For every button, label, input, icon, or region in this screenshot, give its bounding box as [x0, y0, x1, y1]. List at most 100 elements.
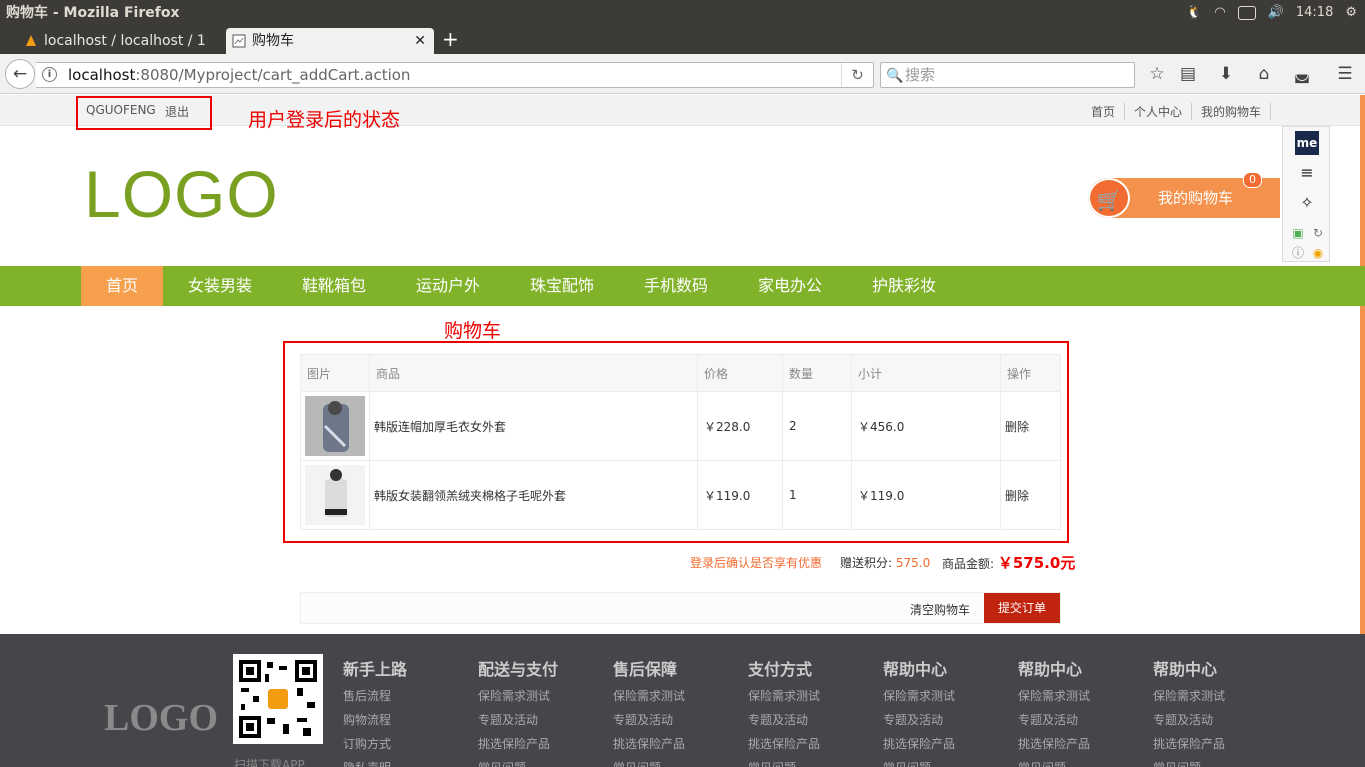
footer-column-title: 支付方式 — [748, 660, 813, 679]
product-image[interactable] — [305, 465, 365, 525]
footer-link[interactable]: 常见问题 — [883, 756, 955, 767]
page-scrollbar[interactable] — [1360, 95, 1365, 635]
qr-code-image — [237, 658, 319, 740]
footer-link[interactable]: 保险需求测试 — [1153, 684, 1225, 708]
footer-link[interactable]: 挑选保险产品 — [1018, 732, 1090, 756]
product-price: ￥119.0 — [697, 460, 783, 530]
footer-link[interactable]: 专题及活动 — [883, 708, 955, 732]
table-row: 韩版连帽加厚毛衣女外套 ￥228.0 2 ￥456.0 删除 — [300, 391, 1061, 461]
system-tray: 🐧 ◠ 🔊 14:18 ⚙ — [1186, 0, 1357, 26]
footer-link[interactable]: 订购方式 — [343, 732, 407, 756]
footer-link[interactable]: 专题及活动 — [1153, 708, 1225, 732]
footer-link[interactable]: 挑选保险产品 — [1153, 732, 1225, 756]
footer-link[interactable]: 专题及活动 — [748, 708, 820, 732]
footer-link[interactable]: 常见问题 — [478, 756, 558, 767]
footer-link[interactable]: 挑选保险产品 — [883, 732, 955, 756]
pocket-icon[interactable]: ◛ — [1288, 60, 1316, 88]
product-name[interactable]: 韩版女装翻领羔绒夹棉格子毛呢外套 — [369, 460, 698, 530]
clear-cart-link[interactable]: 清空购物车 — [910, 601, 970, 618]
promo-note[interactable]: 登录后确认是否享有优惠 — [690, 554, 822, 571]
volume-icon[interactable]: 🔊 — [1268, 0, 1284, 26]
tux-icon[interactable]: 🐧 — [1186, 0, 1202, 26]
menu-item-home[interactable]: 首页 — [81, 266, 163, 306]
footer-link[interactable]: 保险需求测试 — [748, 684, 820, 708]
reload-icon[interactable]: ↻ — [841, 63, 873, 87]
top-link-profile[interactable]: 个人中心 — [1125, 103, 1192, 120]
menu-item-cosmetics[interactable]: 护肤彩妆 — [865, 266, 943, 306]
top-link-my-cart[interactable]: 我的购物车 — [1192, 103, 1271, 120]
footer-link[interactable]: 购物流程 — [343, 708, 407, 732]
footer-link[interactable]: 专题及活动 — [1018, 708, 1090, 732]
menu-icon[interactable]: ☰ — [1331, 60, 1359, 88]
site-logo[interactable]: LOGO — [84, 156, 279, 232]
menu-item-shoes-bags[interactable]: 鞋靴箱包 — [295, 266, 373, 306]
footer-link[interactable]: 挑选保险产品 — [613, 732, 685, 756]
submit-order-button[interactable]: 提交订单 — [984, 593, 1060, 623]
footer-link[interactable]: 隐私声明 — [343, 756, 407, 767]
settings-gear-icon[interactable]: ⚙ — [1345, 0, 1357, 26]
search-input[interactable]: 🔍 搜索 — [880, 62, 1135, 88]
downloads-icon[interactable]: ⬇ — [1212, 60, 1240, 88]
new-tab-button[interactable]: + — [442, 28, 459, 50]
footer-link[interactable]: 常见问题 — [1153, 756, 1225, 767]
product-subtotal: ￥456.0 — [851, 391, 1001, 461]
points-label: 赠送积分: — [840, 556, 893, 570]
footer-link[interactable]: 保险需求测试 — [1018, 684, 1090, 708]
product-name[interactable]: 韩版连帽加厚毛衣女外套 — [369, 391, 698, 461]
footer-link[interactable]: 专题及活动 — [613, 708, 685, 732]
close-tab-icon[interactable]: ✕ — [414, 28, 426, 54]
menu-item-appliances[interactable]: 家电办公 — [751, 266, 829, 306]
hamburger-icon[interactable]: ≡ — [1295, 161, 1319, 185]
me-extension-icon[interactable]: me — [1295, 131, 1319, 155]
top-link-home[interactable]: 首页 — [1082, 103, 1125, 120]
clock[interactable]: 14:18 — [1296, 0, 1333, 26]
wifi-icon[interactable]: ◠ — [1214, 0, 1225, 26]
footer-link[interactable]: 常见问题 — [613, 756, 685, 767]
product-price: ￥228.0 — [697, 391, 783, 461]
search-icon: 🔍 — [886, 68, 904, 84]
product-image-cell — [300, 391, 370, 461]
footer-link[interactable]: 售后流程 — [343, 684, 407, 708]
reading-list-icon[interactable]: ▤ — [1174, 60, 1202, 88]
tab-label: localhost / localhost / 1 — [44, 33, 206, 49]
url-path: :8080/Myproject/cart_addCart.action — [135, 66, 411, 84]
footer-column: 售后保障 保险需求测试 专题及活动 挑选保险产品 常见问题 — [613, 656, 685, 767]
url-bar[interactable]: i localhost:8080/Myproject/cart_addCart.… — [36, 62, 874, 88]
warning-icon[interactable]: ⓘ — [1289, 241, 1307, 265]
back-button[interactable]: ← — [5, 59, 35, 89]
tab-cart[interactable]: 购物车 ✕ — [226, 28, 434, 54]
bookmark-star-icon[interactable]: ☆ — [1143, 60, 1171, 88]
footer-link[interactable]: 常见问题 — [748, 756, 820, 767]
top-links: 首页 个人中心 我的购物车 — [1082, 103, 1271, 120]
menu-item-jewelry[interactable]: 珠宝配饰 — [523, 266, 601, 306]
footer-link[interactable]: 保险需求测试 — [613, 684, 685, 708]
product-image[interactable] — [305, 396, 365, 456]
url-host: localhost — [68, 66, 136, 84]
extension-panel: me ≡ ✧ ▣ ↻ ⓘ ◉ — [1282, 126, 1330, 262]
search-placeholder: 搜索 — [905, 66, 936, 84]
delete-link[interactable]: 删除 — [1000, 391, 1061, 461]
battery-icon[interactable] — [1237, 6, 1256, 20]
menu-item-apparel[interactable]: 女装男装 — [181, 266, 259, 306]
tab-phpmyadmin[interactable]: localhost / localhost / 1 — [18, 28, 224, 54]
magic-wand-icon[interactable]: ✧ — [1295, 191, 1319, 215]
col-product: 商品 — [369, 354, 698, 392]
footer-link[interactable]: 挑选保险产品 — [748, 732, 820, 756]
footer-link[interactable]: 挑选保险产品 — [478, 732, 558, 756]
qr-caption: 扫描下载APP — [234, 758, 305, 767]
footer-column: 支付方式 保险需求测试 专题及活动 挑选保险产品 常见问题 — [748, 656, 820, 767]
home-icon[interactable]: ⌂ — [1250, 60, 1278, 88]
menu-item-sports[interactable]: 运动户外 — [409, 266, 487, 306]
footer-column-title: 新手上路 — [343, 660, 408, 679]
footer-link[interactable]: 保险需求测试 — [478, 684, 558, 708]
info-icon[interactable]: i — [42, 67, 57, 82]
eye-icon[interactable]: ◉ — [1309, 241, 1327, 265]
my-cart-button[interactable]: 🛒 我的购物车 0 — [1088, 172, 1280, 218]
delete-link[interactable]: 删除 — [1000, 460, 1061, 530]
col-qty: 数量 — [782, 354, 852, 392]
footer-link[interactable]: 专题及活动 — [478, 708, 558, 732]
menu-item-digital[interactable]: 手机数码 — [637, 266, 715, 306]
footer-link[interactable]: 保险需求测试 — [883, 684, 955, 708]
footer-link[interactable]: 常见问题 — [1018, 756, 1090, 767]
login-annotation-box — [76, 96, 212, 130]
